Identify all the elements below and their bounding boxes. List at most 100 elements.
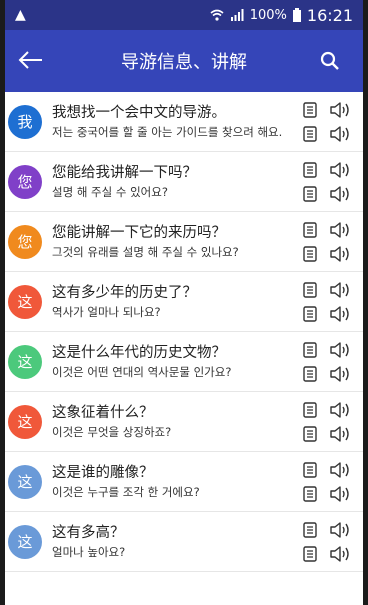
copy-icon[interactable] — [303, 521, 317, 538]
phrase-list: 我 我想找一个会中文的导游。 저는 중국어를 할 줄 아는 가이드를 찾으려 해요.… — [5, 92, 363, 572]
list-item[interactable]: 这 这有多少年的历史了？ 역사가 얼마나 되나요? — [5, 272, 363, 332]
phrase-korean: 이것은 어떤 연대의 역사문물 인가요? — [52, 364, 232, 379]
clock: 16:21 — [306, 5, 353, 25]
back-arrow-icon[interactable] — [5, 47, 57, 75]
battery-percent: 100% — [249, 7, 287, 23]
avatar: 这 — [8, 344, 42, 379]
speaker-icon[interactable] — [329, 521, 351, 539]
phrase-chinese: 这是什么年代的历史文物？ — [52, 344, 226, 361]
phrase-texts: 您能讲解一下它的来历吗？ 그것의 유래를 설명 해 주실 수 있나요? — [52, 224, 297, 260]
chinese-actions — [303, 461, 351, 479]
chinese-actions — [303, 521, 351, 539]
korean-actions — [303, 185, 351, 203]
speaker-icon[interactable] — [329, 185, 351, 203]
speaker-icon[interactable] — [329, 401, 351, 419]
korean-actions — [303, 425, 351, 443]
avatar: 这 — [8, 284, 42, 319]
copy-icon[interactable] — [303, 365, 317, 382]
chinese-actions — [303, 221, 351, 239]
copy-icon[interactable] — [303, 341, 317, 358]
avatar: 您 — [8, 224, 42, 259]
list-item[interactable]: 您 您能给我讲解一下吗？ 설명 해 주실 수 있어요? — [5, 152, 363, 212]
phrase-actions — [297, 101, 363, 143]
speaker-icon[interactable] — [329, 425, 351, 443]
phrase-korean: 역사가 얼마나 되나요? — [52, 304, 161, 319]
chinese-actions — [303, 341, 351, 359]
phrase-korean: 얼마나 높아요? — [52, 544, 126, 559]
copy-icon[interactable] — [303, 221, 317, 238]
korean-actions — [303, 125, 351, 143]
speaker-icon[interactable] — [329, 125, 351, 143]
wifi-icon — [210, 9, 224, 21]
copy-icon[interactable] — [303, 545, 317, 562]
korean-actions — [303, 305, 351, 323]
copy-icon[interactable] — [303, 125, 317, 142]
copy-icon[interactable] — [303, 401, 317, 418]
status-bar: ▲ 100% 16:21 — [5, 0, 363, 30]
speaker-icon[interactable] — [329, 305, 351, 323]
list-item[interactable]: 这 这是谁的雕像？ 이것은 누구를 조각 한 거에요? — [5, 452, 363, 512]
phrase-korean: 그것의 유래를 설명 해 주실 수 있나요? — [52, 244, 239, 259]
copy-icon[interactable] — [303, 161, 317, 178]
copy-icon[interactable] — [303, 281, 317, 298]
avatar: 这 — [8, 524, 42, 559]
phrase-texts: 这是什么年代的历史文物？ 이것은 어떤 연대의 역사문물 인가요? — [52, 344, 297, 380]
phrase-korean: 저는 중국어를 할 줄 아는 가이드를 찾으려 해요. — [52, 124, 283, 139]
copy-icon[interactable] — [303, 461, 317, 478]
avatar: 我 — [8, 104, 42, 139]
speaker-icon[interactable] — [329, 281, 351, 299]
list-item[interactable]: 这 这象征着什么？ 이것은 무엇을 상징하죠? — [5, 392, 363, 452]
phrase-texts: 这是谁的雕像？ 이것은 누구를 조각 한 거에요? — [52, 464, 297, 500]
phrase-chinese: 这有多少年的历史了？ — [52, 284, 197, 301]
list-item[interactable]: 我 我想找一个会中文的导游。 저는 중국어를 할 줄 아는 가이드를 찾으려 해요. — [5, 92, 363, 152]
korean-actions — [303, 545, 351, 563]
speaker-icon[interactable] — [329, 245, 351, 263]
phrase-texts: 这象征着什么？ 이것은 무엇을 상징하죠? — [52, 404, 297, 440]
speaker-icon[interactable] — [329, 161, 351, 179]
speaker-icon[interactable] — [329, 485, 351, 503]
phrase-texts: 这有多高？ 얼마나 높아요? — [52, 524, 297, 560]
chinese-actions — [303, 281, 351, 299]
phrase-korean: 이것은 무엇을 상징하죠? — [52, 424, 172, 439]
copy-icon[interactable] — [303, 305, 317, 322]
chinese-actions — [303, 161, 351, 179]
phrase-chinese: 您能讲解一下它的来历吗？ — [52, 224, 226, 241]
status-right: 100% 16:21 — [210, 6, 353, 25]
signal-icon — [230, 9, 244, 21]
list-item[interactable]: 这 这有多高？ 얼마나 높아요? — [5, 512, 363, 572]
phrase-actions — [297, 341, 363, 383]
speaker-icon[interactable] — [329, 545, 351, 563]
avatar-char: 这 — [17, 293, 33, 311]
phrase-texts: 这有多少年的历史了？ 역사가 얼마나 되나요? — [52, 284, 297, 320]
copy-icon[interactable] — [303, 185, 317, 202]
phrase-chinese: 您能给我讲解一下吗？ — [52, 164, 197, 181]
phrase-actions — [297, 521, 363, 563]
copy-icon[interactable] — [303, 425, 317, 442]
copy-icon[interactable] — [303, 485, 317, 502]
phrase-chinese: 我想找一个会中文的导游。 — [52, 104, 226, 121]
speaker-icon[interactable] — [329, 341, 351, 359]
speaker-icon[interactable] — [329, 365, 351, 383]
avatar-char: 我 — [17, 113, 33, 131]
copy-icon[interactable] — [303, 245, 317, 262]
app-bar: 导游信息、讲解 — [5, 30, 363, 92]
avatar-char: 您 — [17, 173, 33, 191]
chinese-actions — [303, 101, 351, 119]
list-item[interactable]: 这 这是什么年代的历史文物？ 이것은 어떤 연대의 역사문물 인가요? — [5, 332, 363, 392]
speaker-icon[interactable] — [329, 221, 351, 239]
list-item[interactable]: 您 您能讲解一下它的来历吗？ 그것의 유래를 설명 해 주실 수 있나요? — [5, 212, 363, 272]
phrase-chinese: 这象征着什么？ — [52, 404, 154, 421]
phrase-actions — [297, 401, 363, 443]
avatar: 这 — [8, 404, 42, 439]
avatar-char: 这 — [17, 533, 33, 551]
copy-icon[interactable] — [303, 101, 317, 118]
search-icon[interactable] — [319, 50, 341, 72]
battery-icon — [292, 8, 301, 22]
speaker-icon[interactable] — [329, 101, 351, 119]
avatar-char: 这 — [17, 473, 33, 491]
phrase-texts: 我想找一个会中文的导游。 저는 중국어를 할 줄 아는 가이드를 찾으려 해요. — [52, 104, 297, 140]
phrase-texts: 您能给我讲解一下吗？ 설명 해 주실 수 있어요? — [52, 164, 297, 200]
avatar-char: 您 — [17, 233, 33, 251]
speaker-icon[interactable] — [329, 461, 351, 479]
avatar-char: 这 — [17, 353, 33, 371]
